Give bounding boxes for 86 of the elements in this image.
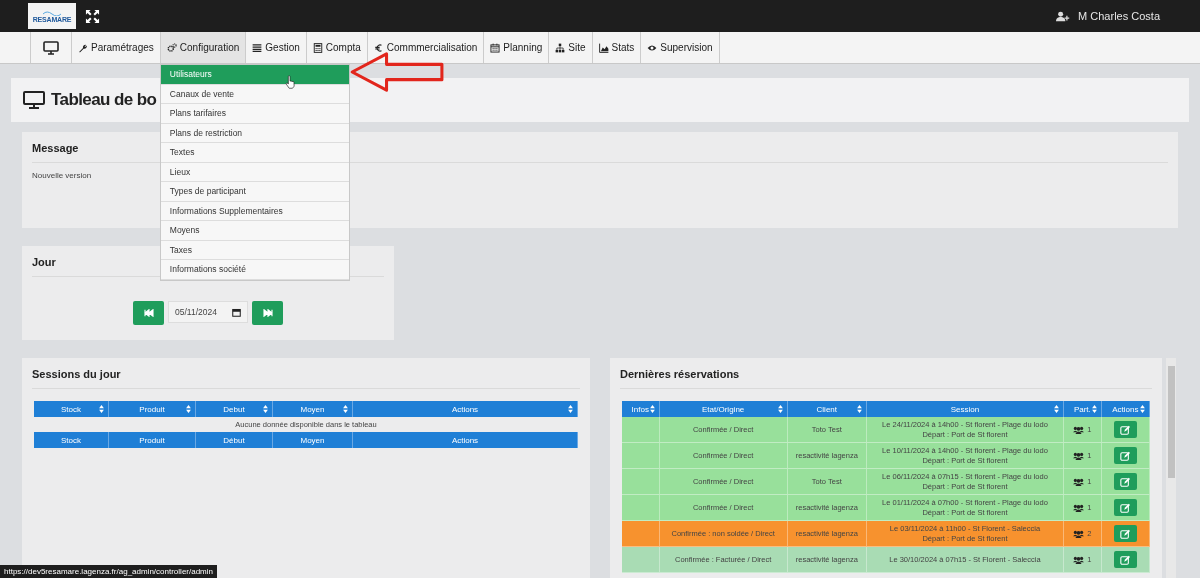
edit-button[interactable]	[1113, 421, 1137, 438]
sort-icon	[777, 405, 783, 413]
next-button[interactable]	[252, 301, 283, 325]
menu-item[interactable]: Informations société	[160, 260, 349, 280]
column-header[interactable]: Debut	[196, 401, 273, 417]
nav-item[interactable]: Planning	[483, 32, 549, 63]
sort-icon	[568, 405, 573, 413]
menu-item[interactable]: Plans tarifaires	[160, 104, 349, 124]
skip-forward-icon	[262, 309, 273, 317]
card-title: Message	[32, 141, 79, 154]
nav-item[interactable]: Paramétrages	[71, 32, 160, 63]
sort-icon	[856, 405, 862, 413]
user-name[interactable]: M Charles Costa	[1078, 10, 1160, 22]
monitor-icon	[43, 40, 59, 55]
skip-back-icon	[143, 309, 154, 317]
logo-waves-icon	[42, 9, 62, 16]
gears-icon	[166, 42, 177, 53]
nav-item[interactable]: Supervision	[640, 32, 720, 63]
edit-icon	[1120, 554, 1131, 565]
edit-icon	[1120, 476, 1131, 487]
page-title: Tableau de bo	[51, 90, 157, 110]
status-bar-url: https://dev5resamare.lagenza.fr/ag_admin/controller/admin	[0, 565, 217, 578]
edit-icon	[1120, 450, 1131, 461]
user-add-icon[interactable]	[1056, 10, 1071, 22]
people-icon	[1073, 425, 1085, 434]
column-footer: Stock	[34, 432, 109, 448]
sort-icon	[1054, 405, 1060, 413]
card-title: Dernières réservations	[620, 367, 740, 380]
edit-icon	[1120, 502, 1131, 513]
calendar-icon[interactable]	[232, 307, 241, 317]
edit-button[interactable]	[1113, 473, 1137, 490]
area-chart-icon	[598, 42, 609, 53]
previous-button[interactable]	[133, 301, 164, 325]
people-icon	[1073, 555, 1085, 564]
nav-item[interactable]: Commmercialisation	[366, 32, 484, 63]
nav-item[interactable]: Site	[548, 32, 592, 63]
menu-item[interactable]: Types de participant	[160, 182, 349, 202]
menu-item[interactable]: Plans de restriction	[160, 123, 349, 143]
menu-item[interactable]: Taxes	[160, 240, 349, 260]
column-footer: Actions	[353, 432, 578, 448]
column-header[interactable]: Stock	[34, 401, 109, 417]
edit-button[interactable]	[1113, 551, 1137, 568]
sort-icon	[186, 405, 191, 413]
column-footer: Moyen	[273, 432, 353, 448]
column-header[interactable]: Moyen	[273, 401, 353, 417]
people-icon	[1073, 503, 1085, 512]
column-footer: Produit	[109, 432, 196, 448]
card-title: Sessions du jour	[32, 367, 121, 380]
menu-item[interactable]: Textes	[160, 143, 349, 163]
menu-item[interactable]: Moyens	[160, 221, 349, 241]
sort-icon	[1140, 405, 1145, 413]
message-text: Nouvelle version	[32, 171, 92, 180]
sort-icon	[343, 405, 348, 413]
date-field[interactable]: 05/11/2024	[168, 301, 248, 323]
wrench-icon	[78, 42, 88, 53]
hand-cursor-icon	[284, 75, 295, 89]
list-icon	[252, 42, 263, 53]
sitemap-icon	[555, 42, 566, 53]
calendar-icon	[490, 42, 501, 53]
monitor-icon	[23, 91, 45, 109]
column-header[interactable]: Actions	[353, 401, 578, 417]
people-icon	[1073, 477, 1085, 486]
people-icon	[1073, 451, 1085, 460]
people-icon	[1073, 529, 1085, 538]
sort-icon	[1091, 405, 1097, 413]
edit-icon	[1120, 528, 1131, 539]
nav-item[interactable]: Stats	[591, 32, 641, 63]
edit-button[interactable]	[1113, 525, 1137, 542]
nav-item[interactable]: Configuration	[159, 32, 246, 63]
nav-item[interactable]: Gestion	[245, 32, 306, 63]
calculator-icon	[312, 42, 323, 53]
menu-item[interactable]: Informations Supplementaires	[160, 201, 349, 221]
column-footer: Début	[196, 432, 273, 448]
sort-icon	[649, 405, 655, 413]
fullscreen-icon[interactable]	[85, 8, 100, 24]
euro-icon	[373, 42, 384, 53]
column-header[interactable]: Produit	[109, 401, 196, 417]
edit-icon	[1120, 424, 1131, 435]
scrollbar[interactable]	[1166, 358, 1176, 578]
nav-item[interactable]: Compta	[305, 32, 367, 63]
sort-icon	[263, 405, 268, 413]
sort-icon	[99, 405, 104, 413]
menu-item[interactable]: Lieux	[160, 162, 349, 182]
edit-button[interactable]	[1113, 499, 1137, 516]
card-title: Jour	[32, 255, 56, 268]
edit-button[interactable]	[1113, 447, 1137, 464]
